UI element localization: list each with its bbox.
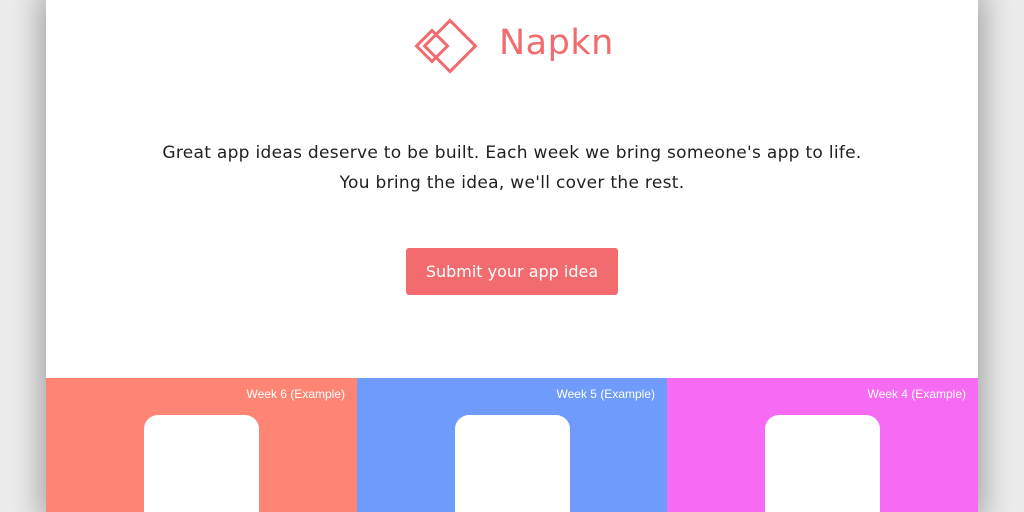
week-label: Week 6 (Example) [246, 387, 345, 401]
brand-logo[interactable]: Napkn [46, 0, 978, 90]
week-label: Week 4 (Example) [867, 387, 966, 401]
phone-preview [144, 415, 259, 512]
landing-page: Napkn Great app ideas deserve to be buil… [46, 0, 978, 512]
hero-tagline: Great app ideas deserve to be built. Eac… [46, 138, 978, 198]
weekly-apps-strip: Week 6 (Example) Week 5 (Example) Week 4… [46, 378, 978, 512]
week-card-5[interactable]: Week 5 (Example) [357, 378, 667, 512]
submit-app-idea-button[interactable]: Submit your app idea [406, 248, 618, 295]
phone-preview [455, 415, 570, 512]
phone-preview [765, 415, 880, 512]
week-label: Week 5 (Example) [556, 387, 655, 401]
tagline-line-1: Great app ideas deserve to be built. Eac… [162, 143, 862, 163]
brand-name: Napkn [499, 23, 614, 63]
week-card-4[interactable]: Week 4 (Example) [667, 378, 978, 512]
browser-viewport: Napkn Great app ideas deserve to be buil… [0, 0, 1024, 512]
napkin-logo-icon [414, 18, 478, 74]
tagline-line-2: You bring the idea, we'll cover the rest… [339, 173, 685, 193]
week-card-6[interactable]: Week 6 (Example) [46, 378, 357, 512]
